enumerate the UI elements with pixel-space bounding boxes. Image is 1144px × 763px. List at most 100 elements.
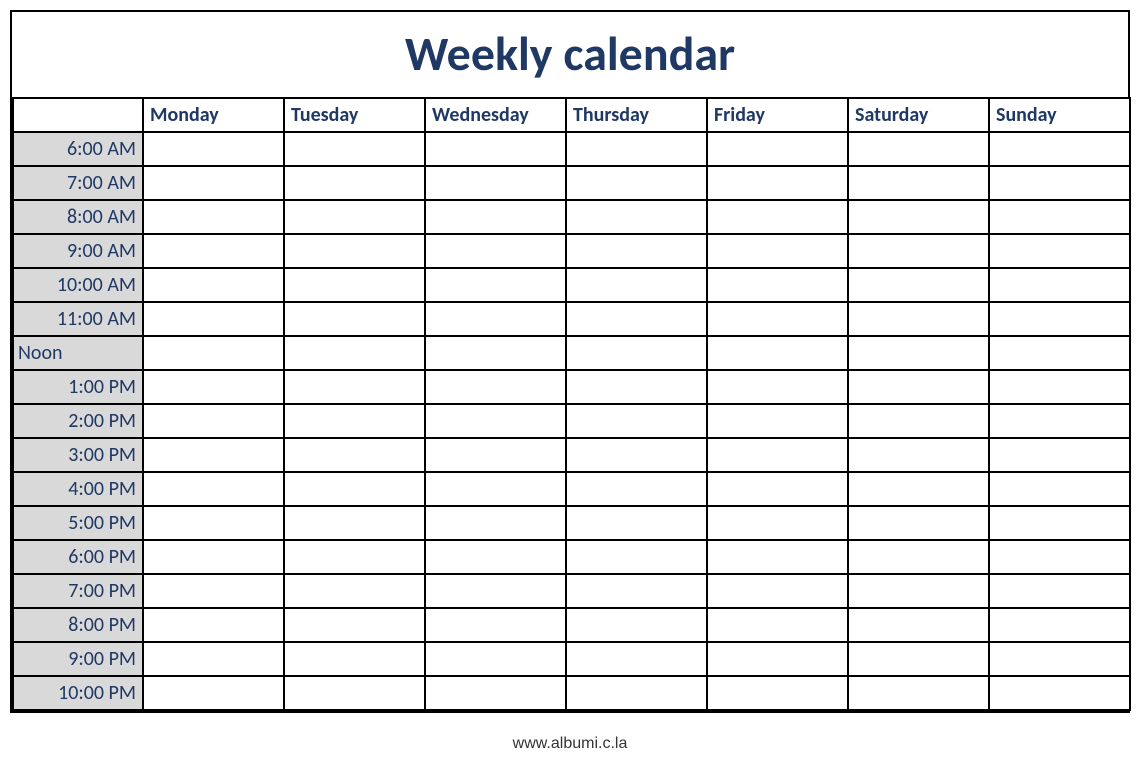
calendar-slot[interactable] <box>848 268 989 302</box>
calendar-slot[interactable] <box>284 608 425 642</box>
calendar-slot[interactable] <box>425 234 566 268</box>
calendar-slot[interactable] <box>566 608 707 642</box>
calendar-slot[interactable] <box>566 132 707 166</box>
calendar-slot[interactable] <box>566 370 707 404</box>
calendar-slot[interactable] <box>989 200 1130 234</box>
calendar-slot[interactable] <box>425 642 566 676</box>
calendar-slot[interactable] <box>566 234 707 268</box>
calendar-slot[interactable] <box>284 370 425 404</box>
calendar-slot[interactable] <box>707 370 848 404</box>
calendar-slot[interactable] <box>848 302 989 336</box>
calendar-slot[interactable] <box>707 336 848 370</box>
calendar-slot[interactable] <box>284 506 425 540</box>
calendar-slot[interactable] <box>284 676 425 710</box>
calendar-slot[interactable] <box>284 234 425 268</box>
calendar-slot[interactable] <box>848 676 989 710</box>
calendar-slot[interactable] <box>425 336 566 370</box>
calendar-slot[interactable] <box>707 540 848 574</box>
calendar-slot[interactable] <box>707 506 848 540</box>
calendar-slot[interactable] <box>566 336 707 370</box>
calendar-slot[interactable] <box>284 642 425 676</box>
calendar-slot[interactable] <box>848 642 989 676</box>
calendar-slot[interactable] <box>143 132 284 166</box>
calendar-slot[interactable] <box>143 608 284 642</box>
calendar-slot[interactable] <box>425 370 566 404</box>
calendar-slot[interactable] <box>707 200 848 234</box>
calendar-slot[interactable] <box>848 404 989 438</box>
calendar-slot[interactable] <box>566 200 707 234</box>
calendar-slot[interactable] <box>284 540 425 574</box>
calendar-slot[interactable] <box>566 404 707 438</box>
calendar-slot[interactable] <box>848 608 989 642</box>
calendar-slot[interactable] <box>143 472 284 506</box>
calendar-slot[interactable] <box>143 302 284 336</box>
calendar-slot[interactable] <box>848 370 989 404</box>
calendar-slot[interactable] <box>143 574 284 608</box>
calendar-slot[interactable] <box>284 472 425 506</box>
calendar-slot[interactable] <box>707 574 848 608</box>
calendar-slot[interactable] <box>707 642 848 676</box>
calendar-slot[interactable] <box>566 642 707 676</box>
calendar-slot[interactable] <box>848 132 989 166</box>
calendar-slot[interactable] <box>425 676 566 710</box>
calendar-slot[interactable] <box>989 608 1130 642</box>
calendar-slot[interactable] <box>848 472 989 506</box>
calendar-slot[interactable] <box>707 268 848 302</box>
calendar-slot[interactable] <box>425 472 566 506</box>
calendar-slot[interactable] <box>284 166 425 200</box>
calendar-slot[interactable] <box>425 302 566 336</box>
calendar-slot[interactable] <box>143 642 284 676</box>
calendar-slot[interactable] <box>284 404 425 438</box>
calendar-slot[interactable] <box>284 336 425 370</box>
calendar-slot[interactable] <box>143 676 284 710</box>
calendar-slot[interactable] <box>566 676 707 710</box>
calendar-slot[interactable] <box>566 506 707 540</box>
calendar-slot[interactable] <box>566 574 707 608</box>
calendar-slot[interactable] <box>848 506 989 540</box>
calendar-slot[interactable] <box>425 506 566 540</box>
calendar-slot[interactable] <box>707 404 848 438</box>
calendar-slot[interactable] <box>707 234 848 268</box>
calendar-slot[interactable] <box>989 676 1130 710</box>
calendar-slot[interactable] <box>143 506 284 540</box>
calendar-slot[interactable] <box>143 540 284 574</box>
calendar-slot[interactable] <box>989 540 1130 574</box>
calendar-slot[interactable] <box>425 166 566 200</box>
calendar-slot[interactable] <box>989 268 1130 302</box>
calendar-slot[interactable] <box>989 234 1130 268</box>
calendar-slot[interactable] <box>425 574 566 608</box>
calendar-slot[interactable] <box>989 506 1130 540</box>
calendar-slot[interactable] <box>566 472 707 506</box>
calendar-slot[interactable] <box>707 676 848 710</box>
calendar-slot[interactable] <box>707 438 848 472</box>
calendar-slot[interactable] <box>284 302 425 336</box>
calendar-slot[interactable] <box>848 540 989 574</box>
calendar-slot[interactable] <box>989 370 1130 404</box>
calendar-slot[interactable] <box>143 268 284 302</box>
calendar-slot[interactable] <box>848 574 989 608</box>
calendar-slot[interactable] <box>848 166 989 200</box>
calendar-slot[interactable] <box>143 166 284 200</box>
calendar-slot[interactable] <box>425 132 566 166</box>
calendar-slot[interactable] <box>425 200 566 234</box>
calendar-slot[interactable] <box>848 200 989 234</box>
calendar-slot[interactable] <box>989 404 1130 438</box>
calendar-slot[interactable] <box>707 472 848 506</box>
calendar-slot[interactable] <box>425 540 566 574</box>
calendar-slot[interactable] <box>143 438 284 472</box>
calendar-slot[interactable] <box>989 302 1130 336</box>
calendar-slot[interactable] <box>848 234 989 268</box>
calendar-slot[interactable] <box>425 608 566 642</box>
calendar-slot[interactable] <box>848 336 989 370</box>
calendar-slot[interactable] <box>284 438 425 472</box>
calendar-slot[interactable] <box>989 472 1130 506</box>
calendar-slot[interactable] <box>989 642 1130 676</box>
calendar-slot[interactable] <box>143 234 284 268</box>
calendar-slot[interactable] <box>566 302 707 336</box>
calendar-slot[interactable] <box>989 574 1130 608</box>
calendar-slot[interactable] <box>143 200 284 234</box>
calendar-slot[interactable] <box>143 404 284 438</box>
calendar-slot[interactable] <box>566 438 707 472</box>
calendar-slot[interactable] <box>284 200 425 234</box>
calendar-slot[interactable] <box>707 608 848 642</box>
